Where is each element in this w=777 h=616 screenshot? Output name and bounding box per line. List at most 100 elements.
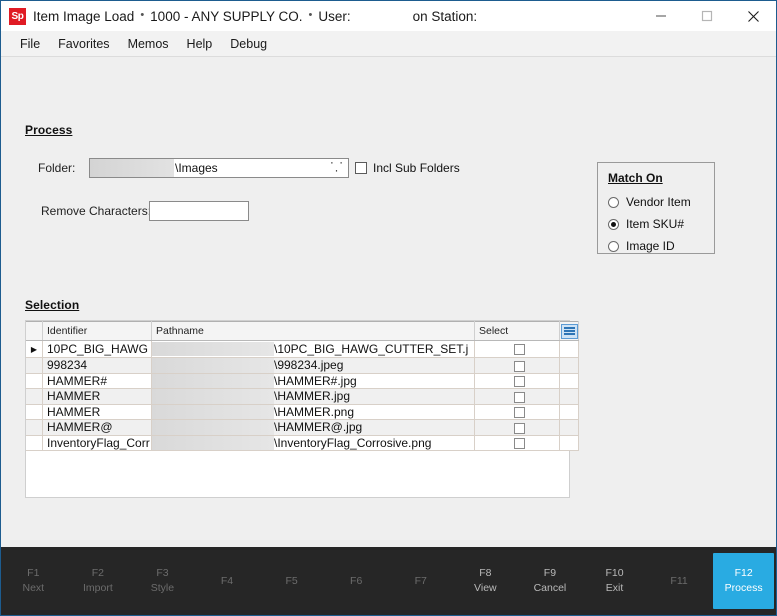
function-key-f6[interactable]: F6: [326, 553, 387, 609]
pathname-text: \HAMMER#.jpg: [274, 373, 357, 388]
minimize-icon[interactable]: [638, 1, 684, 31]
title-bar: Sp Item Image Load • 1000 - ANY SUPPLY C…: [1, 1, 776, 31]
close-icon[interactable]: [730, 1, 776, 31]
function-key-f11[interactable]: F11: [649, 553, 710, 609]
pathname-text: \HAMMER.png: [274, 404, 355, 419]
row-marker-cell: ▶: [26, 340, 43, 358]
cell-pathname: \HAMMER.png: [151, 404, 475, 420]
header-pathname[interactable]: Pathname: [151, 321, 475, 341]
radio-vendor-item[interactable]: Vendor Item: [608, 195, 691, 209]
cell-pathname: \998234.jpeg: [151, 357, 475, 374]
function-key-f3[interactable]: F3 Style: [132, 553, 193, 609]
pathname-text: \InventoryFlag_Corrosive.png: [274, 435, 432, 450]
menu-item-debug[interactable]: Debug: [221, 34, 276, 54]
window-title: Item Image Load: [33, 8, 135, 24]
radio-vendor-item-label: Vendor Item: [626, 195, 691, 209]
radio-image-id-indicator[interactable]: [608, 240, 619, 252]
folder-input[interactable]: \Images · · ·: [89, 156, 349, 178]
function-key-f1[interactable]: F1 Next: [3, 553, 64, 609]
maximize-icon[interactable]: [684, 1, 730, 31]
function-key-f12[interactable]: F12 Process: [713, 553, 774, 609]
table-row[interactable]: 998234 \998234.jpeg: [26, 357, 579, 374]
menu-item-file[interactable]: File: [11, 34, 49, 54]
pathname-redacted-prefix: [152, 404, 274, 419]
match-on-title: Match On: [608, 171, 663, 185]
pathname-redacted-prefix: [152, 420, 274, 435]
f4-code: F4: [220, 574, 234, 587]
table-row[interactable]: ▶ 10PC_BIG_HAWG \10PC_BIG_HAWG_CUTTER_SE…: [26, 340, 579, 358]
function-key-f9[interactable]: F9 Cancel: [520, 553, 581, 609]
f8-code: F8: [479, 567, 492, 579]
f7-code: F7: [414, 574, 427, 587]
menu-bar: File Favorites Memos Help Debug: [1, 31, 776, 57]
table-row[interactable]: HAMMER@ \HAMMER@.jpg: [26, 419, 579, 436]
pathname-redacted-prefix: [152, 358, 274, 373]
remove-characters-input[interactable]: [149, 201, 249, 221]
menu-item-help[interactable]: Help: [178, 34, 222, 54]
table-row[interactable]: HAMMER \HAMMER.jpg: [26, 388, 579, 405]
selection-grid-panel[interactable]: Identifier Pathname Select ▶ 10PC_BIG_HA…: [25, 320, 579, 498]
table-row[interactable]: HAMMER \HAMMER.png: [26, 404, 579, 420]
row-select-checkbox[interactable]: [513, 376, 525, 388]
pathname-redacted-prefix: [152, 341, 274, 357]
radio-vendor-item-indicator[interactable]: [608, 196, 619, 208]
cell-row-end: [559, 373, 579, 389]
user-label: User:: [318, 8, 351, 24]
pathname-redacted-prefix: [152, 389, 274, 404]
cell-identifier: 10PC_BIG_HAWG: [42, 340, 152, 358]
cell-select[interactable]: [474, 404, 560, 420]
header-select[interactable]: Select: [474, 321, 560, 341]
cell-pathname: \InventoryFlag_Corrosive.png: [151, 435, 475, 451]
cell-select[interactable]: [474, 388, 560, 405]
row-select-checkbox[interactable]: [513, 422, 525, 434]
row-select-checkbox[interactable]: [513, 438, 525, 450]
application-window: Sp Item Image Load • 1000 - ANY SUPPLY C…: [0, 0, 777, 616]
header-identifier[interactable]: Identifier: [42, 321, 152, 341]
row-select-checkbox[interactable]: [513, 391, 525, 403]
function-key-f8[interactable]: F8 View: [455, 553, 516, 609]
row-select-checkbox[interactable]: [513, 344, 525, 356]
header-grid-menu[interactable]: [559, 321, 579, 341]
cell-select[interactable]: [474, 373, 560, 389]
window-controls: [638, 1, 776, 31]
cell-pathname: \HAMMER.jpg: [151, 388, 475, 405]
cell-select[interactable]: [474, 419, 560, 436]
table-row[interactable]: HAMMER# \HAMMER#.jpg: [26, 373, 579, 389]
function-key-bar: F1 Next F2 Import F3 Style F4 F5 F6 F7 F…: [1, 547, 776, 615]
cell-select[interactable]: [474, 340, 560, 358]
match-on-groupbox: Match On Vendor Item Item SKU# Image ID: [597, 162, 715, 254]
f12-code: F12: [734, 567, 753, 579]
menu-item-memos[interactable]: Memos: [119, 34, 178, 54]
row-select-checkbox[interactable]: [513, 360, 525, 372]
cell-row-end: [559, 404, 579, 420]
cell-identifier: HAMMER#: [42, 373, 152, 389]
incl-sub-folders-box[interactable]: [355, 162, 367, 174]
row-marker-cell: [26, 388, 43, 405]
function-key-f2[interactable]: F2 Import: [68, 553, 129, 609]
function-key-f10[interactable]: F10 Exit: [584, 553, 645, 609]
cell-select[interactable]: [474, 435, 560, 451]
cell-identifier: 998234: [42, 357, 152, 374]
row-select-checkbox[interactable]: [513, 407, 525, 419]
selection-section-title: Selection: [25, 298, 80, 312]
function-key-f7[interactable]: F7: [390, 553, 451, 609]
row-marker-cell: [26, 404, 43, 420]
current-row-arrow-icon: ▶: [30, 345, 38, 354]
radio-image-id[interactable]: Image ID: [608, 239, 675, 253]
radio-item-sku-indicator[interactable]: [608, 218, 619, 230]
row-marker-cell: [26, 357, 43, 374]
function-key-f4[interactable]: F4: [197, 553, 258, 609]
cell-identifier: HAMMER: [42, 388, 152, 405]
cell-select[interactable]: [474, 357, 560, 374]
radio-item-sku[interactable]: Item SKU#: [608, 217, 684, 231]
client-area: Process Folder: \Images · · · Incl Sub F…: [1, 57, 776, 547]
station-label: on Station:: [412, 8, 478, 24]
selection-table-body: ▶ 10PC_BIG_HAWG \10PC_BIG_HAWG_CUTTER_SE…: [26, 340, 579, 451]
incl-sub-folders-checkbox[interactable]: Incl Sub Folders: [355, 161, 460, 175]
table-row[interactable]: InventoryFlag_Corr \InventoryFlag_Corros…: [26, 435, 579, 451]
folder-browse-button[interactable]: · · ·: [326, 156, 348, 178]
menu-item-favorites[interactable]: Favorites: [49, 34, 118, 54]
function-key-f5[interactable]: F5: [261, 553, 322, 609]
pathname-redacted-prefix: [152, 435, 274, 450]
grid-menu-icon[interactable]: [560, 323, 578, 339]
